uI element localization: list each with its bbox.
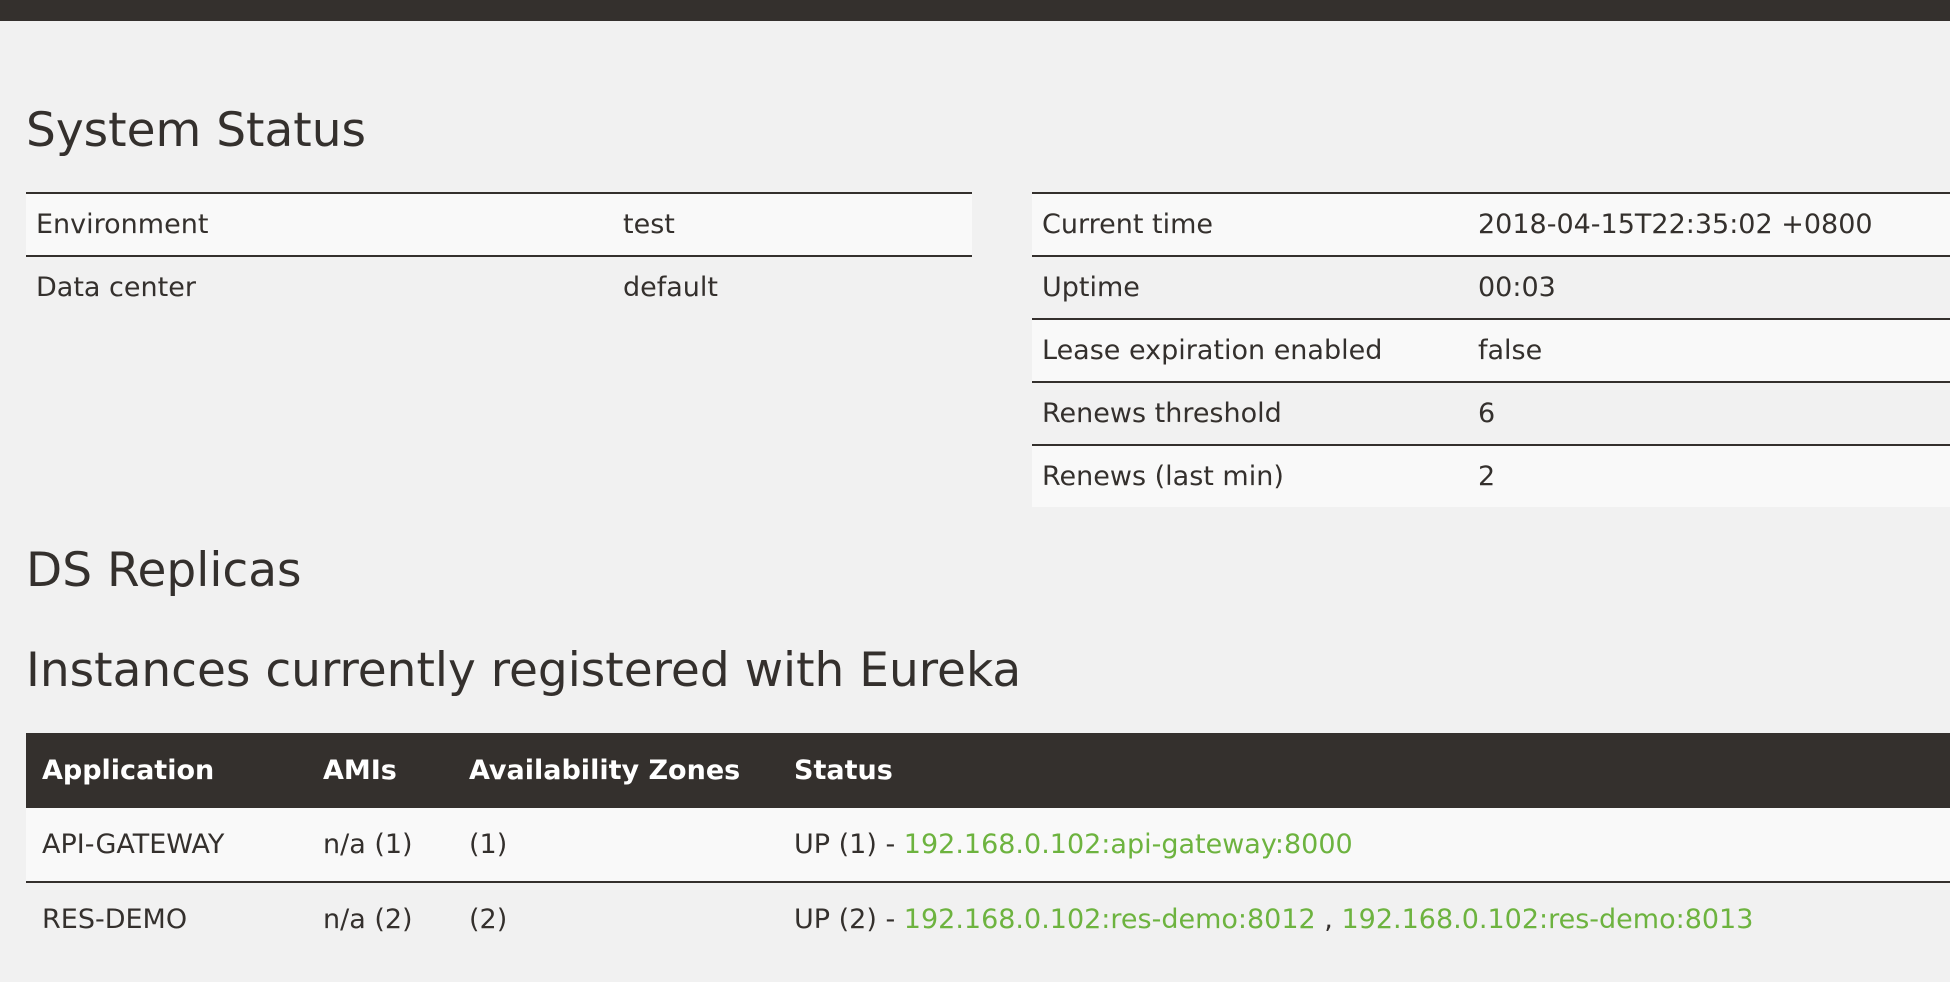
application-name: API-GATEWAY	[26, 808, 307, 882]
instances-heading: Instances currently registered with Eure…	[26, 643, 1022, 698]
table-row: Uptime 00:03	[1032, 255, 1950, 319]
table-row: Environment test	[26, 192, 972, 256]
lease-expiration-label: Lease expiration enabled	[1032, 318, 1468, 382]
column-header-status: Status	[778, 733, 1950, 808]
environment-table: Environment test Data center default	[26, 192, 972, 318]
status-text: UP (2) -	[794, 904, 904, 935]
table-header-row: Application AMIs Availability Zones Stat…	[26, 733, 1950, 808]
top-navbar	[0, 0, 1950, 21]
renews-threshold-label: Renews threshold	[1032, 381, 1468, 445]
application-name: RES-DEMO	[26, 881, 307, 956]
renews-threshold-value: 6	[1468, 381, 1950, 445]
column-header-application: Application	[26, 733, 307, 808]
status-info-table: Current time 2018-04-15T22:35:02 +0800 U…	[1032, 192, 1950, 507]
table-row: RES-DEMO n/a (2) (2) UP (2) - 192.168.0.…	[26, 881, 1950, 956]
column-header-availability-zones: Availability Zones	[453, 733, 778, 808]
renews-last-min-value: 2	[1468, 444, 1950, 507]
instance-link[interactable]: 192.168.0.102:res-demo:8013	[1341, 904, 1753, 935]
amis-value: n/a (1)	[307, 808, 453, 882]
availability-zones-value: (1)	[453, 808, 778, 882]
table-row: Lease expiration enabled false	[1032, 318, 1950, 382]
table-row: Renews (last min) 2	[1032, 444, 1950, 507]
renews-last-min-label: Renews (last min)	[1032, 444, 1468, 507]
lease-expiration-value: false	[1468, 318, 1950, 382]
status-cell: UP (2) - 192.168.0.102:res-demo:8012 , 1…	[778, 881, 1950, 956]
uptime-label: Uptime	[1032, 255, 1468, 319]
current-time-label: Current time	[1032, 192, 1468, 256]
current-time-value: 2018-04-15T22:35:02 +0800	[1468, 192, 1950, 256]
environment-label: Environment	[26, 192, 613, 256]
instances-table: Application AMIs Availability Zones Stat…	[26, 733, 1950, 956]
amis-value: n/a (2)	[307, 881, 453, 956]
uptime-value: 00:03	[1468, 255, 1950, 319]
table-row: Data center default	[26, 255, 972, 318]
link-separator: ,	[1315, 904, 1342, 935]
data-center-label: Data center	[26, 255, 613, 318]
table-row: Current time 2018-04-15T22:35:02 +0800	[1032, 192, 1950, 256]
environment-value: test	[613, 192, 972, 256]
status-text: UP (1) -	[794, 829, 904, 860]
table-row: API-GATEWAY n/a (1) (1) UP (1) - 192.168…	[26, 808, 1950, 882]
data-center-value: default	[613, 255, 972, 318]
system-status-heading: System Status	[26, 103, 366, 158]
instance-link[interactable]: 192.168.0.102:res-demo:8012	[904, 904, 1316, 935]
table-row: Renews threshold 6	[1032, 381, 1950, 445]
ds-replicas-heading: DS Replicas	[26, 543, 302, 598]
availability-zones-value: (2)	[453, 881, 778, 956]
column-header-amis: AMIs	[307, 733, 453, 808]
status-cell: UP (1) - 192.168.0.102:api-gateway:8000	[778, 808, 1950, 882]
instance-link[interactable]: 192.168.0.102:api-gateway:8000	[904, 829, 1353, 860]
